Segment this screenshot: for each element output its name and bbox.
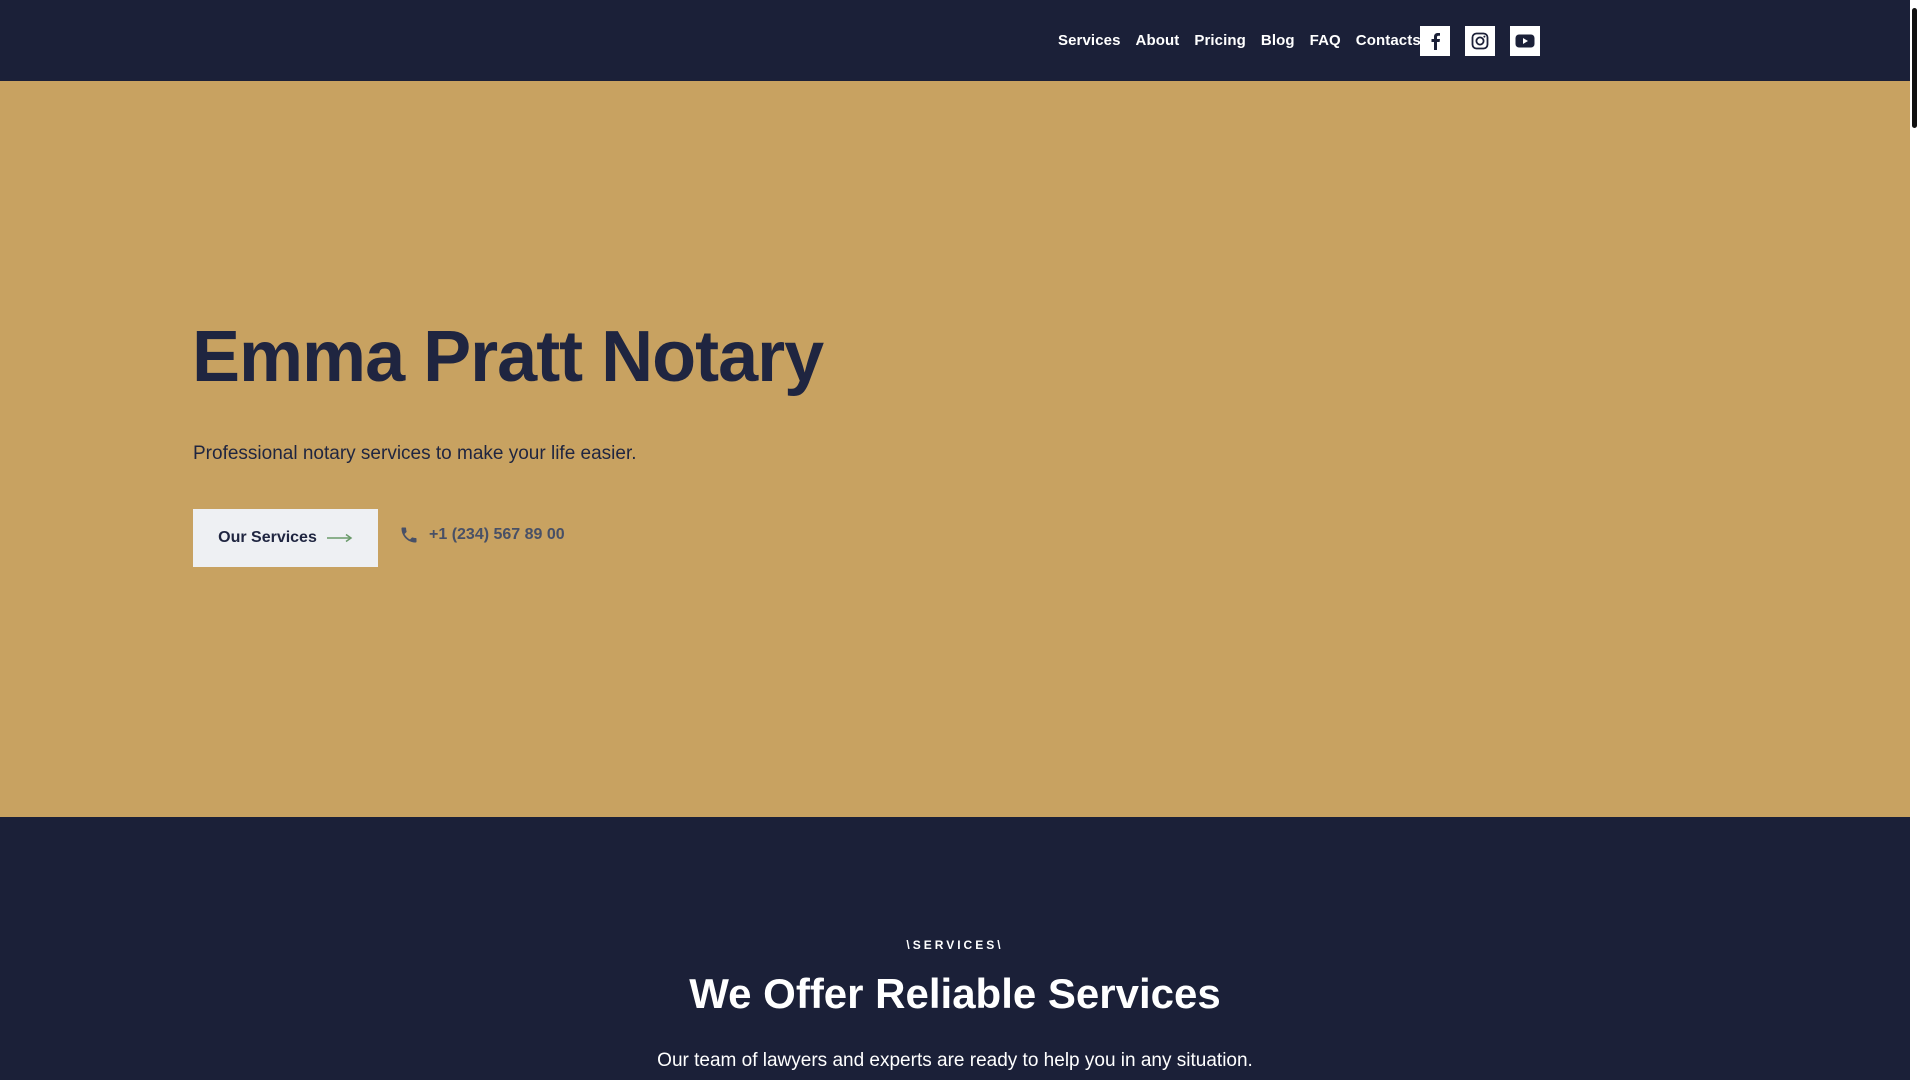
arrow-right-icon <box>326 533 353 543</box>
services-eyebrow: \SERVICES\ <box>906 938 1004 952</box>
our-services-button[interactable]: Our Services <box>193 509 378 567</box>
social-links <box>1420 26 1540 56</box>
our-services-label: Our Services <box>218 529 317 546</box>
instagram-icon <box>1471 32 1489 50</box>
hero-title: Emma Pratt Notary <box>192 317 824 397</box>
services-section: \SERVICES\ We Offer Reliable Services Ou… <box>0 817 1910 1080</box>
nav-about[interactable]: About <box>1136 32 1180 49</box>
facebook-icon <box>1431 33 1440 50</box>
phone-link[interactable]: +1 (234) 567 89 00 <box>399 525 565 545</box>
facebook-button[interactable] <box>1420 26 1450 56</box>
scrollbar-thumb[interactable] <box>1912 8 1917 128</box>
nav-services[interactable]: Services <box>1058 32 1121 49</box>
nav-contacts[interactable]: Contacts <box>1356 32 1421 49</box>
hero-section: Emma Pratt Notary Professional notary se… <box>0 81 1910 817</box>
top-navbar: Services About Pricing Blog FAQ Contacts <box>0 0 1910 81</box>
phone-icon <box>401 527 417 543</box>
instagram-button[interactable] <box>1465 26 1495 56</box>
hero-subtitle: Professional notary services to make you… <box>193 443 637 464</box>
nav-pricing[interactable]: Pricing <box>1194 32 1246 49</box>
youtube-icon <box>1515 34 1535 48</box>
page: Services About Pricing Blog FAQ Contacts <box>0 0 1910 1080</box>
nav-faq[interactable]: FAQ <box>1310 32 1341 49</box>
page-scrollbar[interactable] <box>1910 0 1920 1080</box>
nav-blog[interactable]: Blog <box>1261 32 1295 49</box>
services-subtitle: Our team of lawyers and experts are read… <box>657 1050 1253 1071</box>
services-title: We Offer Reliable Services <box>689 970 1221 1017</box>
phone-number: +1 (234) 567 89 00 <box>429 526 565 543</box>
youtube-button[interactable] <box>1510 26 1540 56</box>
main-nav: Services About Pricing Blog FAQ Contacts <box>1058 0 1436 81</box>
